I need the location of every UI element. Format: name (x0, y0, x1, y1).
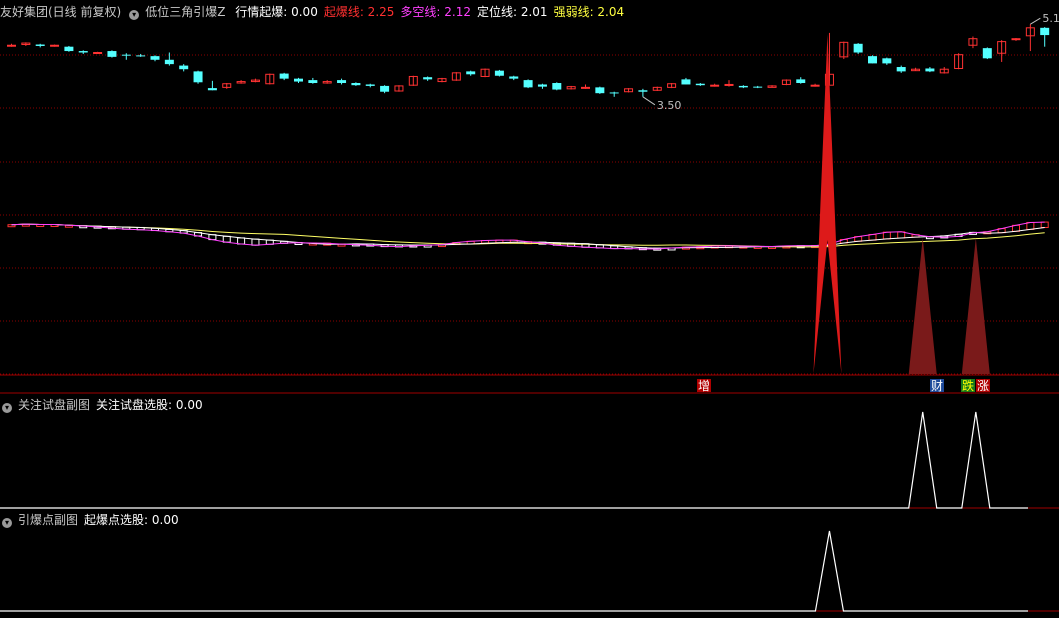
high-label: 5.16 (1042, 12, 1059, 25)
candle-body (207, 88, 217, 91)
attention-triangle (908, 238, 937, 374)
band-bar (1040, 221, 1049, 229)
high-pointer (1030, 17, 1041, 25)
candle-body (753, 86, 763, 88)
candle-body (78, 51, 88, 53)
signal-mark-text: 涨 (977, 378, 989, 393)
candle-body (925, 68, 935, 72)
candle-body (509, 76, 519, 79)
candle-body (107, 51, 117, 57)
band-bar (251, 238, 260, 246)
candle-body (64, 46, 74, 52)
low-label: 3.50 (657, 99, 682, 112)
candle-body (35, 44, 45, 46)
qiangruo-line (11, 223, 1045, 248)
candle-body (308, 80, 318, 84)
candle-body (136, 55, 146, 57)
sub2-line (0, 530, 1028, 612)
candle-body (710, 84, 720, 87)
dingwei-line (11, 223, 1045, 249)
candle-body (609, 92, 619, 94)
candle-body (853, 43, 863, 53)
candle-body (7, 44, 16, 47)
candle-body (523, 80, 533, 88)
candle-body (638, 90, 648, 92)
candle-body (581, 86, 590, 89)
signal-spikes (813, 34, 990, 374)
signal-mark-text: 增 (698, 379, 710, 393)
candles (7, 24, 1050, 97)
candle-body (896, 67, 906, 72)
candle-body (93, 52, 103, 55)
candle-body (738, 85, 748, 88)
sub1-series (0, 411, 1028, 509)
candle-body (164, 59, 174, 65)
candle-body (1011, 38, 1021, 41)
candle-body (193, 71, 203, 83)
candle-body (279, 73, 289, 79)
candle-body (1040, 27, 1050, 36)
attention-triangle (961, 238, 990, 374)
signal-mark-text: 跌 (962, 378, 974, 393)
candle-body (351, 83, 361, 86)
band-bar (237, 237, 246, 245)
signal-marks: 增 财 跌涨 (697, 378, 990, 393)
candle-body (365, 84, 375, 86)
candle-body (810, 84, 820, 87)
candle-body (595, 87, 605, 94)
candle-body (494, 70, 504, 76)
candle-body (466, 71, 476, 75)
candle-body (552, 83, 562, 90)
duokong-line (11, 221, 1045, 250)
candle-body (423, 77, 433, 80)
price-labels: 5.16 3.50 (642, 12, 1059, 112)
candle-body (337, 80, 347, 84)
candle-body (50, 44, 60, 47)
candle-body (121, 54, 131, 56)
sub1-line (0, 411, 1028, 509)
candle-body (537, 84, 547, 87)
sub2-series (0, 530, 1028, 612)
candle-body (724, 83, 734, 86)
candle-body (179, 65, 189, 70)
signal-mark-text: 财 (931, 379, 943, 393)
stock-chart[interactable]: 增 财 跌涨 5.16 3.50 (0, 0, 1059, 618)
band-bar (1026, 221, 1035, 230)
low-pointer (642, 96, 656, 106)
grid-lines (0, 54, 1059, 612)
candle-body (695, 83, 705, 86)
candle-body (982, 48, 992, 59)
indicator-lines (7, 221, 1049, 251)
candle-body (882, 58, 892, 64)
candle-body (380, 85, 390, 92)
candle-body (681, 79, 691, 85)
band-bar (882, 231, 891, 240)
candle-body (294, 78, 303, 82)
candle-body (796, 79, 806, 84)
candle-body (868, 56, 877, 64)
candle-body (150, 56, 160, 60)
